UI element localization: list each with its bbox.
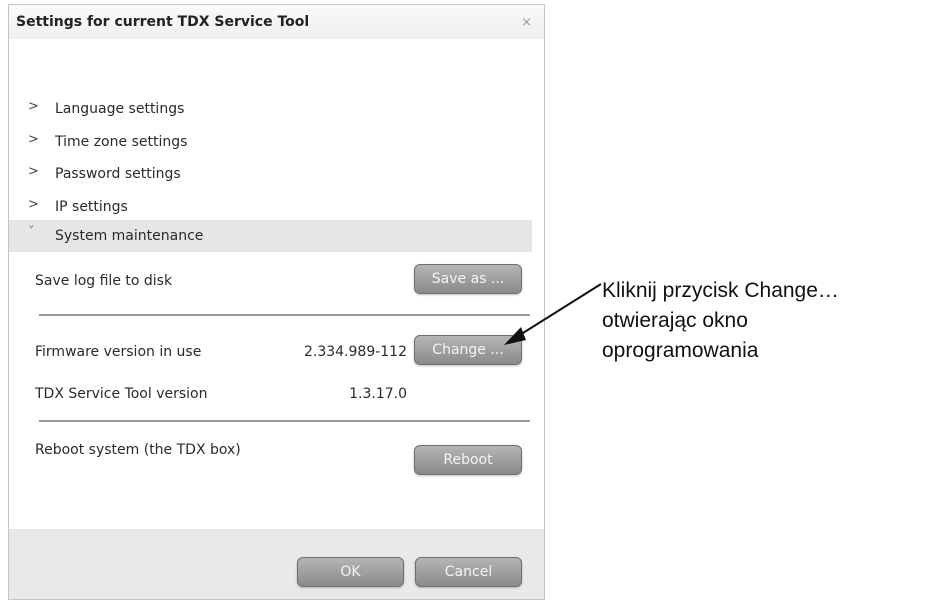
annotation-line: otwierając okno (602, 309, 748, 332)
instruction-annotation: Kliknij przycisk Change… otwierając okno… (602, 276, 839, 366)
annotation-line: Kliknij przycisk Change… (602, 279, 839, 302)
annotation-line: oprogramowania (602, 339, 759, 362)
